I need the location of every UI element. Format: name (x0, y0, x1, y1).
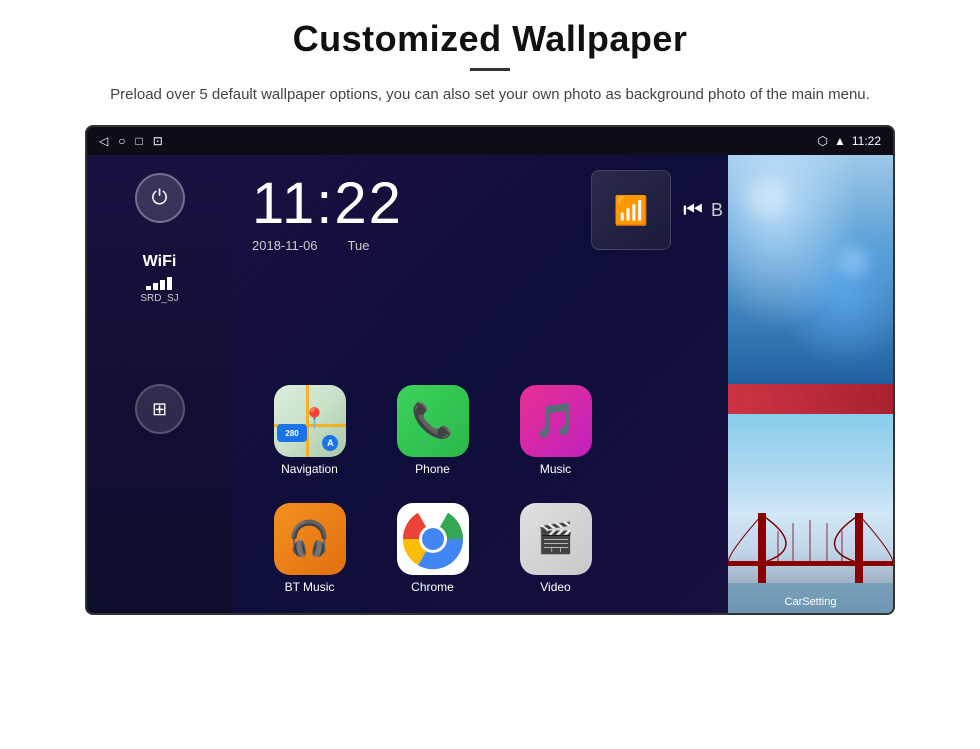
status-right: ⬡ ▲ 11:22 (817, 134, 881, 148)
page-title: Customized Wallpaper (293, 18, 688, 60)
wifi-label: WiFi (140, 253, 178, 271)
wifi-info: WiFi SRD_SJ (140, 253, 178, 304)
wallpaper-ice[interactable] (728, 155, 893, 384)
home-icon[interactable]: ○ (118, 134, 125, 148)
bt-music-label: BT Music (285, 580, 335, 594)
page-wrapper: Customized Wallpaper Preload over 5 defa… (0, 0, 980, 749)
page-subtitle: Preload over 5 default wallpaper options… (110, 83, 870, 107)
video-label: Video (540, 580, 570, 594)
navigation-icon: 📍 280 A (274, 385, 346, 457)
recent-icon[interactable]: □ (135, 134, 142, 148)
app-navigation[interactable]: 📍 280 A Navigation (252, 375, 367, 485)
date-value: 2018-11-06 (252, 238, 318, 253)
clock-area: 11:22 2018-11-06 Tue (252, 175, 403, 253)
app-chrome[interactable]: Chrome (375, 493, 490, 603)
wifi-status-icon: ▲ (834, 134, 846, 148)
wallpaper-mid-bar (728, 384, 893, 414)
wifi-widget: 📶 (591, 170, 671, 250)
screen-body: ⏻ WiFi SRD_SJ ⊞ 11:22 (87, 155, 893, 613)
chrome-icon (397, 503, 469, 575)
power-button[interactable]: ⏻ (135, 173, 185, 223)
clock-date: 2018-11-06 Tue (252, 238, 403, 253)
apps-button[interactable]: ⊞ (135, 384, 185, 434)
wifi-bar-4 (167, 277, 172, 290)
app-video[interactable]: 🎬 Video (498, 493, 613, 603)
wifi-ssid: SRD_SJ (140, 293, 178, 304)
status-bar: ◁ ○ □ ⊡ ⬡ ▲ 11:22 (87, 127, 893, 155)
media-widgets: 📶 ⏮ B (591, 170, 723, 250)
day-value: Tue (348, 238, 370, 253)
app-music[interactable]: 🎵 Music (498, 375, 613, 485)
screenshot-icon[interactable]: ⊡ (153, 134, 163, 148)
media-controls: ⏮ B (683, 197, 723, 223)
wallpaper-previews: CarSetting (728, 155, 893, 613)
app-bt-music[interactable]: 🎧 BT Music (252, 493, 367, 603)
video-icon: 🎬 (520, 503, 592, 575)
sidebar: ⏻ WiFi SRD_SJ ⊞ (87, 155, 232, 613)
next-label: B (711, 200, 723, 221)
app-grid: 📍 280 A Navigation (252, 375, 613, 603)
navigation-label: Navigation (281, 462, 338, 476)
wallpaper-bridge[interactable]: CarSetting (728, 414, 893, 613)
phone-icon: 📞 (397, 385, 469, 457)
wifi-bar-1 (146, 286, 151, 290)
phone-label: Phone (415, 462, 450, 476)
wifi-bars (140, 274, 178, 290)
carsetting-label: CarSetting (785, 596, 837, 608)
prev-button[interactable]: ⏮ (683, 197, 703, 223)
wifi-bar-3 (160, 280, 165, 290)
status-time: 11:22 (852, 134, 881, 148)
device-frame: ◁ ○ □ ⊡ ⬡ ▲ 11:22 ⏻ WiFi (85, 125, 895, 615)
chrome-label: Chrome (411, 580, 454, 594)
main-screen: 11:22 2018-11-06 Tue 📶 ⏮ B (232, 155, 893, 613)
clock-time: 11:22 (252, 175, 403, 233)
app-phone[interactable]: 📞 Phone (375, 375, 490, 485)
music-icon: 🎵 (520, 385, 592, 457)
title-divider (470, 68, 510, 71)
wifi-signal-icon: 📶 (614, 194, 649, 227)
bt-music-icon: 🎧 (274, 503, 346, 575)
status-left: ◁ ○ □ ⊡ (99, 134, 163, 148)
back-icon[interactable]: ◁ (99, 134, 108, 148)
location-icon: ⬡ (817, 134, 827, 148)
music-label: Music (540, 462, 571, 476)
wifi-bar-2 (153, 283, 158, 290)
